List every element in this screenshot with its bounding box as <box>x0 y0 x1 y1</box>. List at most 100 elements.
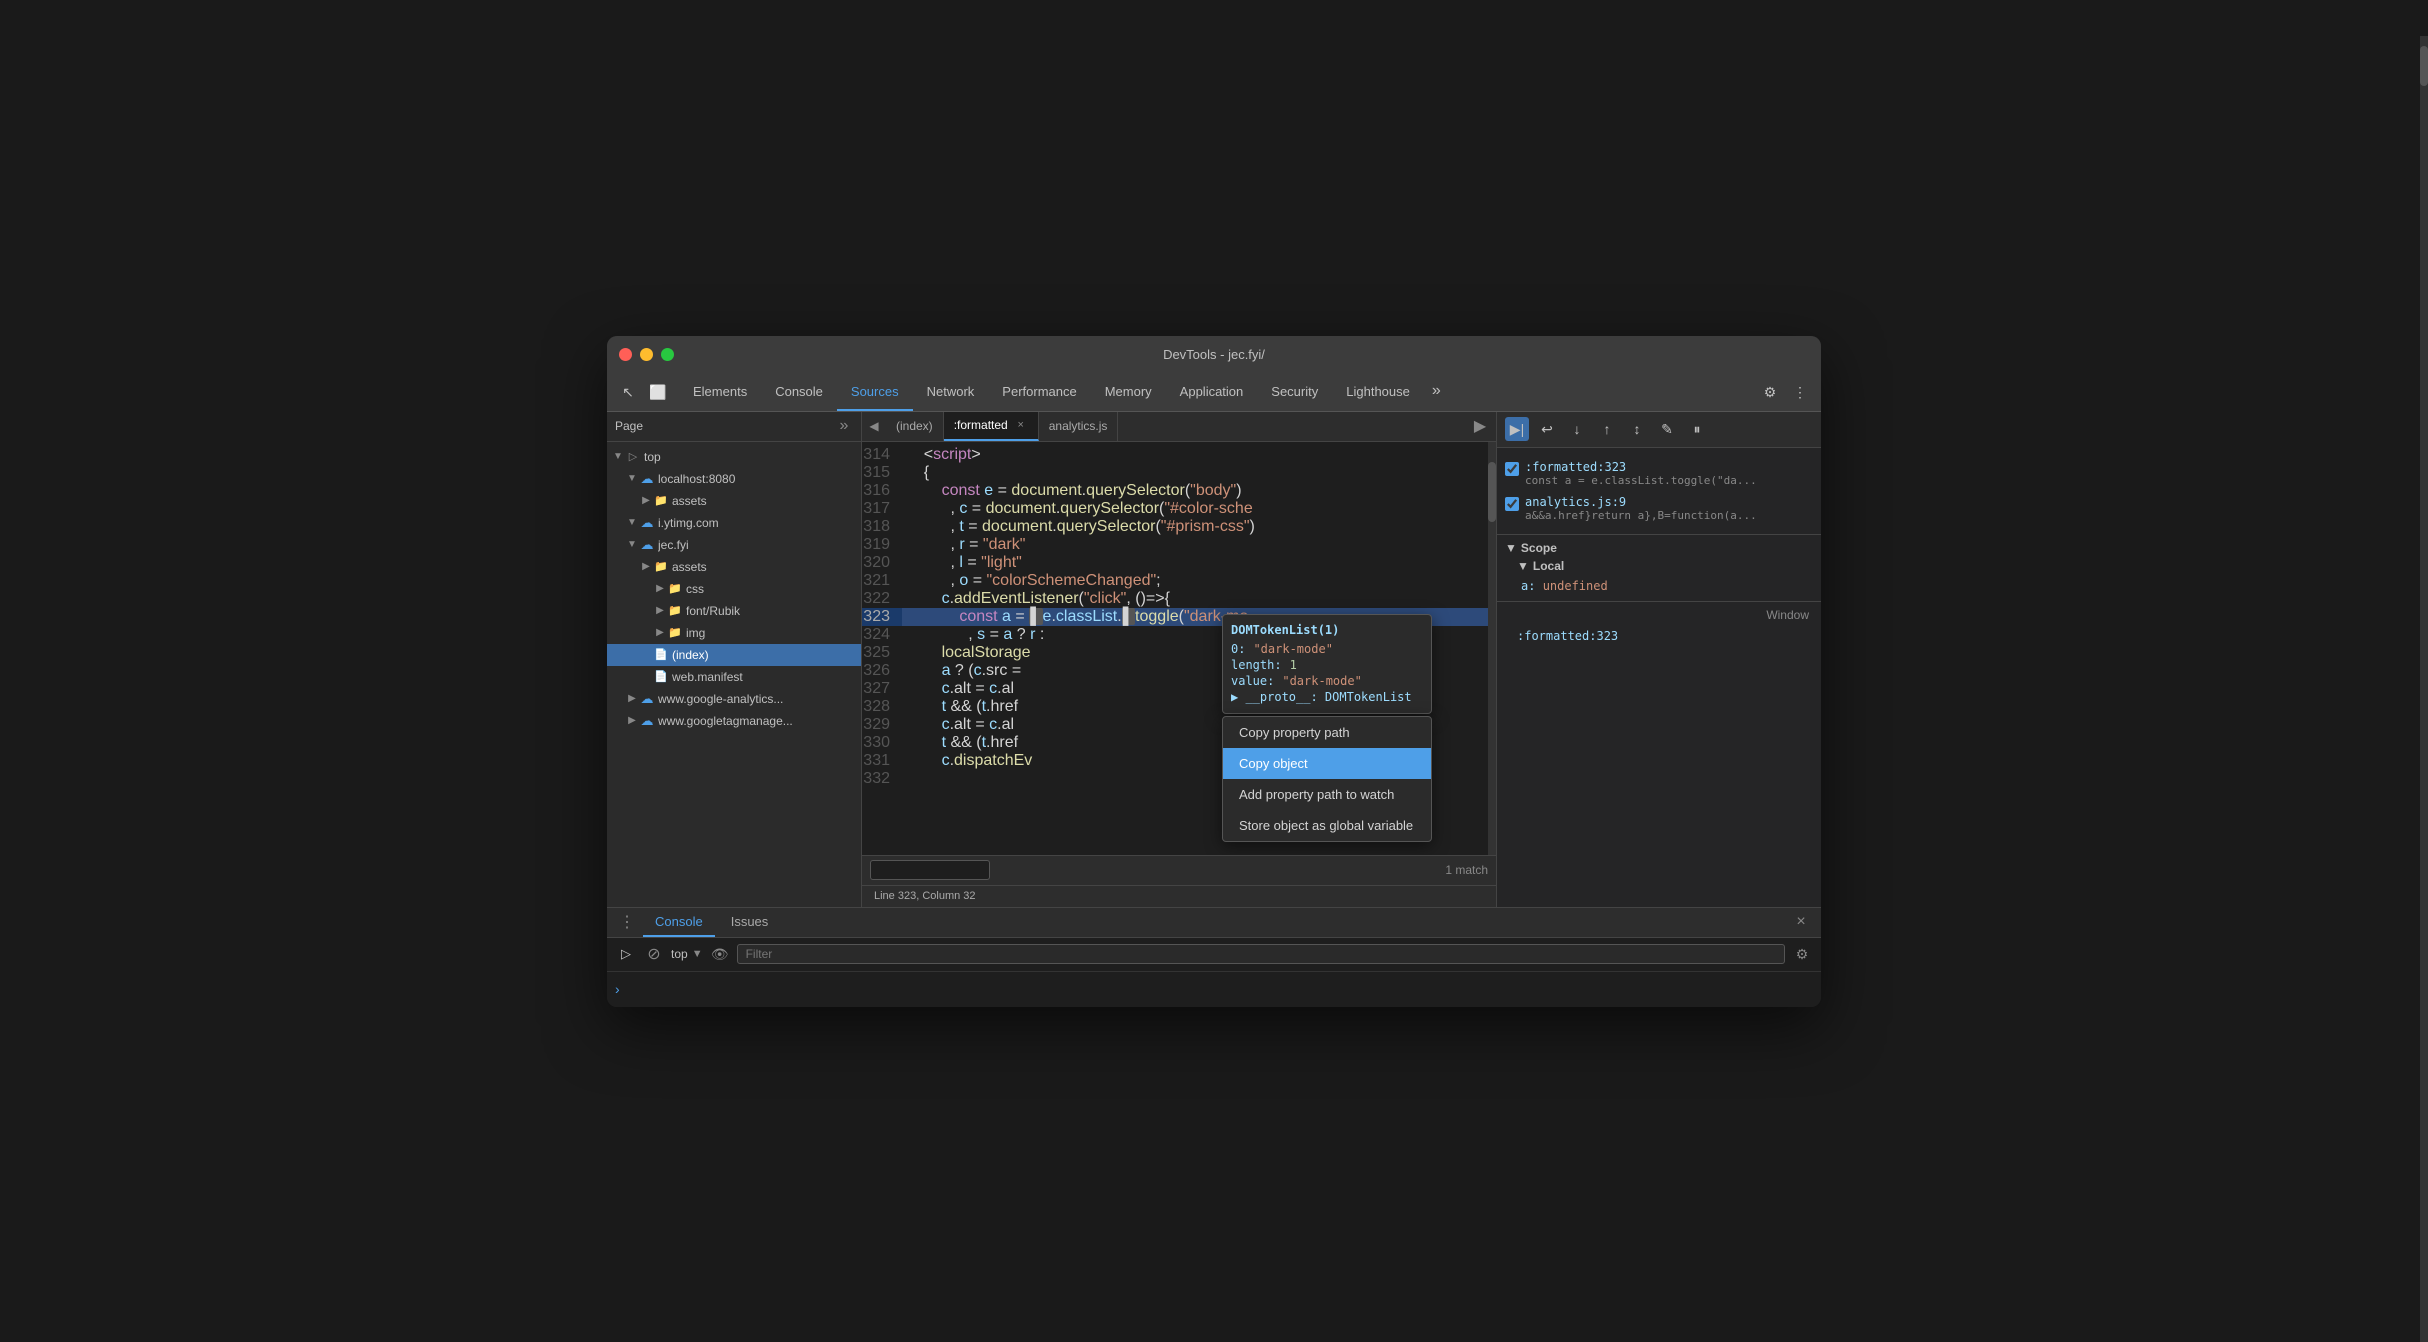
breakpoint-1-checkbox[interactable] <box>1505 462 1519 476</box>
domtokenlist-popup: DOMTokenList(1) 0: "dark-mode" length: 1… <box>1222 614 1432 714</box>
scope-header[interactable]: ▼ Scope <box>1505 541 1813 555</box>
tree-item-localhost[interactable]: ▼ ☁ localhost:8080 <box>607 468 861 490</box>
main-area: Page » ▼ ▷ top ▼ ☁ localhost:8080 ▶ <box>607 412 1821 907</box>
ctx-store-global[interactable]: Store object as global variable <box>1223 810 1431 841</box>
title-bar: DevTools - jec.fyi/ <box>607 336 1821 374</box>
more-options-icon[interactable]: ⋮ <box>1787 379 1813 405</box>
ctx-add-to-watch[interactable]: Add property path to watch <box>1223 779 1431 810</box>
tree-item-top[interactable]: ▼ ▷ top <box>607 446 861 468</box>
folder-icon-font: 📁 <box>667 603 683 619</box>
call-stack-item-1[interactable]: :formatted:323 <box>1505 626 1813 646</box>
code-scrollbar[interactable] <box>1488 442 1496 855</box>
tab-console[interactable]: Console <box>761 373 837 411</box>
breakpoint-2: analytics.js:9 a&&a.href}return a},B=fun… <box>1505 491 1813 526</box>
tree-item-ytimg[interactable]: ▼ ☁ i.ytimg.com <box>607 512 861 534</box>
console-ctx-arrow: ▼ <box>692 948 703 960</box>
local-scope-header[interactable]: ▼ Local <box>1505 559 1813 573</box>
tree-arrow-gtm: ▶ <box>625 714 639 728</box>
editor-tab-nav-left[interactable]: ◀ <box>862 412 886 442</box>
tab-lighthouse[interactable]: Lighthouse <box>1332 373 1424 411</box>
console-filter-input[interactable] <box>737 944 1785 964</box>
tree-item-img[interactable]: ▶ 📁 img <box>607 622 861 644</box>
folder-icon-assets: 📁 <box>653 493 669 509</box>
search-bar: 1 match <box>862 855 1496 885</box>
debug-stepout-btn[interactable]: ↑ <box>1595 417 1619 441</box>
folder-icon-assets-jecfyi: 📁 <box>653 559 669 575</box>
tree-item-ga[interactable]: ▶ ☁ www.google-analytics... <box>607 688 861 710</box>
editor-tabs: ◀ (index) :formatted × analytics.js ▶ <box>862 412 1496 442</box>
file-tree-more[interactable]: » <box>835 417 853 435</box>
tree-item-assets-jecfyi[interactable]: ▶ 📁 assets <box>607 556 861 578</box>
tab-sources[interactable]: Sources <box>837 373 913 411</box>
console-tab-issues[interactable]: Issues <box>719 907 781 937</box>
debug-deactivate-btn[interactable]: ✎ <box>1655 417 1679 441</box>
search-input[interactable] <box>870 860 990 880</box>
code-line-316: 316 const e = document.querySelector("bo… <box>862 482 1496 500</box>
tree-label-assets-jecfyi: assets <box>672 560 853 574</box>
tab-more[interactable]: » <box>1424 373 1449 411</box>
editor-tab-formatted-close[interactable]: × <box>1014 418 1028 432</box>
tree-item-gtm[interactable]: ▶ ☁ www.googletagmanage... <box>607 710 861 732</box>
editor-tab-formatted[interactable]: :formatted × <box>944 412 1039 442</box>
console-block-btn[interactable]: ⊘ <box>643 943 665 965</box>
console-menu-btn[interactable]: ⋮ <box>615 910 639 934</box>
tree-item-font[interactable]: ▶ 📁 font/Rubik <box>607 600 861 622</box>
console-tab-console[interactable]: Console <box>643 907 715 937</box>
code-line-318: 318 , t = document.querySelector("#prism… <box>862 518 1496 536</box>
tree-item-manifest[interactable]: 📄 web.manifest <box>607 666 861 688</box>
minimize-button[interactable] <box>640 348 653 361</box>
editor-tab-index[interactable]: (index) <box>886 412 944 442</box>
tree-label-css: css <box>686 582 853 596</box>
cursor-icon[interactable]: ↖ <box>615 379 641 405</box>
tab-application[interactable]: Application <box>1166 373 1258 411</box>
breakpoint-1-location: :formatted:323 <box>1525 460 1813 474</box>
status-bar: Line 323, Column 32 <box>862 885 1496 907</box>
editor-tab-nav-right[interactable]: ▶ <box>1472 412 1496 442</box>
debug-step-btn[interactable]: ↕ <box>1625 417 1649 441</box>
code-line-317: 317 , c = document.querySelector("#color… <box>862 500 1496 518</box>
editor-tab-index-label: (index) <box>896 419 933 433</box>
tab-security[interactable]: Security <box>1257 373 1332 411</box>
code-area[interactable]: 314 <script> 315 { 316 const e = documen… <box>862 442 1496 855</box>
maximize-button[interactable] <box>661 348 674 361</box>
traffic-lights <box>619 348 674 361</box>
breakpoint-2-code: a&&a.href}return a},B=function(a... <box>1525 509 1813 522</box>
breakpoint-2-location: analytics.js:9 <box>1525 495 1813 509</box>
console-close-btn[interactable]: × <box>1789 910 1813 934</box>
call-stack-section: Window :formatted:323 <box>1497 602 1821 907</box>
debugger-panel: ▶| ↩ ↓ ↑ ↕ ✎ ⏸ :formatted:323 const a = … <box>1496 412 1821 907</box>
tree-label-assets-localhost: assets <box>672 494 853 508</box>
debug-pause-btn[interactable]: ⏸ <box>1685 417 1709 441</box>
tab-elements[interactable]: Elements <box>679 373 761 411</box>
settings-icon[interactable]: ⚙ <box>1757 379 1783 405</box>
file-icon-index: 📄 <box>653 647 669 663</box>
close-button[interactable] <box>619 348 632 361</box>
tree-item-index[interactable]: 📄 (index) <box>607 644 861 666</box>
code-scrollbar-thumb[interactable] <box>1488 462 1496 522</box>
ctx-copy-object[interactable]: Copy object <box>1223 748 1431 779</box>
host-icon-jecfyi: ☁ <box>639 537 655 553</box>
tab-network[interactable]: Network <box>913 373 989 411</box>
editor-tab-analytics[interactable]: analytics.js <box>1039 412 1119 442</box>
tree-item-jecfyi[interactable]: ▼ ☁ jec.fyi <box>607 534 861 556</box>
device-icon[interactable]: ⬜ <box>645 379 671 405</box>
tab-performance[interactable]: Performance <box>988 373 1090 411</box>
tree-label-img: img <box>686 626 853 640</box>
code-line-314: 314 <script> <box>862 446 1496 464</box>
scope-label: Scope <box>1521 541 1557 555</box>
tree-label-manifest: web.manifest <box>672 670 853 684</box>
console-context-select[interactable]: top ▼ <box>671 947 703 961</box>
debug-stepover-btn[interactable]: ↩ <box>1535 417 1559 441</box>
tree-item-css[interactable]: ▶ 📁 css <box>607 578 861 600</box>
ctx-copy-property-path[interactable]: Copy property path <box>1223 717 1431 748</box>
breakpoint-2-checkbox[interactable] <box>1505 497 1519 511</box>
console-run-btn[interactable]: ▷ <box>615 943 637 965</box>
tab-memory[interactable]: Memory <box>1091 373 1166 411</box>
tree-item-assets-localhost[interactable]: ▶ 📁 assets <box>607 490 861 512</box>
context-menu: Copy property path Copy object Add prope… <box>1222 716 1432 842</box>
breakpoint-2-info: analytics.js:9 a&&a.href}return a},B=fun… <box>1525 495 1813 522</box>
console-settings-btn[interactable]: ⚙ <box>1791 943 1813 965</box>
debug-stepinto-btn[interactable]: ↓ <box>1565 417 1589 441</box>
debug-resume-btn[interactable]: ▶| <box>1505 417 1529 441</box>
console-eye-btn[interactable]: 👁 <box>709 943 731 965</box>
